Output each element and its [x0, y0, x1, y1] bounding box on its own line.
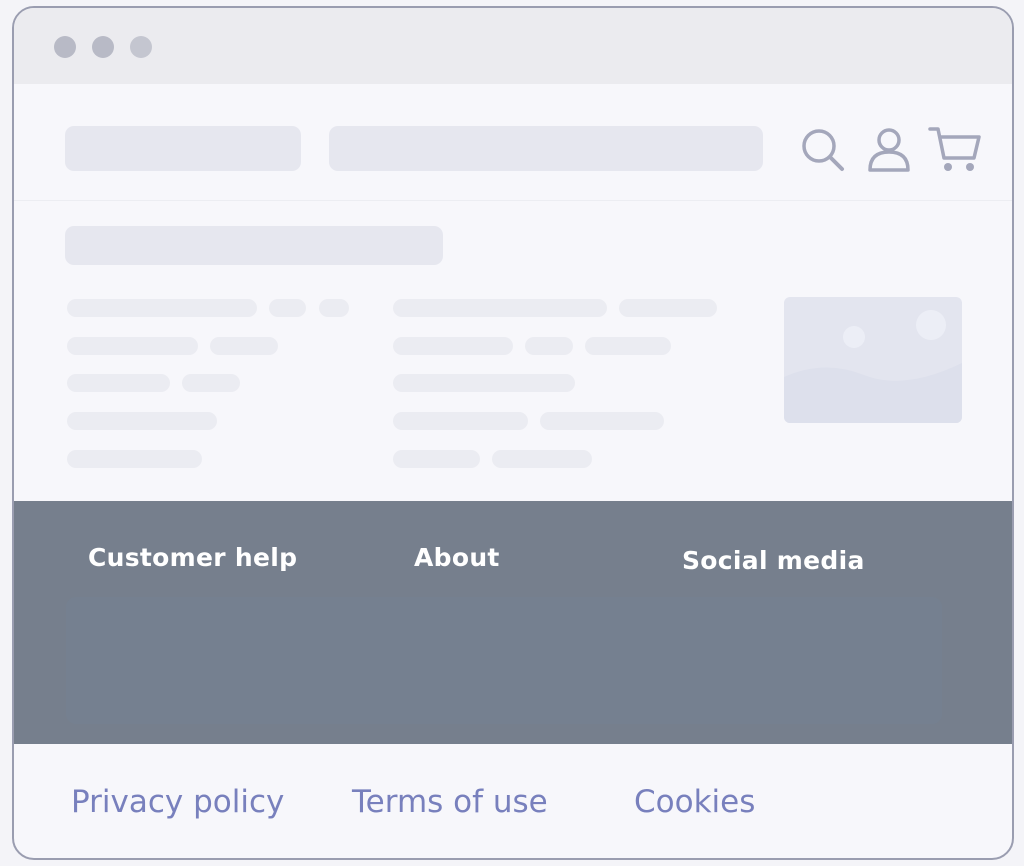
text-placeholder — [619, 299, 717, 317]
text-placeholder — [393, 337, 513, 355]
window-dot-maximize[interactable] — [130, 36, 152, 58]
text-placeholder — [67, 374, 170, 392]
search-icon[interactable] — [799, 126, 847, 174]
text-placeholder — [393, 450, 480, 468]
user-icon[interactable] — [867, 126, 911, 174]
window-dot-close[interactable] — [54, 36, 76, 58]
search-bar-placeholder[interactable] — [329, 126, 763, 171]
text-placeholder — [67, 299, 257, 317]
text-placeholder — [67, 412, 217, 430]
text-placeholder — [269, 299, 306, 317]
footer-heading-customer-help[interactable]: Customer help — [88, 543, 297, 572]
footer-heading-about[interactable]: About — [414, 543, 500, 572]
text-placeholder — [67, 337, 198, 355]
image-icon — [784, 310, 962, 423]
text-placeholder — [182, 374, 240, 392]
title-bar — [14, 8, 1012, 84]
text-placeholder — [67, 450, 202, 468]
cart-icon[interactable] — [928, 124, 982, 174]
logo-placeholder[interactable] — [65, 126, 301, 171]
text-placeholder — [393, 374, 575, 392]
text-placeholder — [525, 337, 573, 355]
text-placeholder — [492, 450, 592, 468]
image-placeholder — [784, 297, 962, 423]
terms-of-use-link[interactable]: Terms of use — [352, 784, 548, 820]
cookies-link[interactable]: Cookies — [634, 784, 755, 820]
page-title-placeholder — [65, 226, 443, 265]
text-placeholder — [319, 299, 349, 317]
browser-window: Customer help About Social media Privacy… — [12, 6, 1014, 860]
text-placeholder — [585, 337, 671, 355]
footer-heading-social-media[interactable]: Social media — [682, 546, 865, 575]
text-placeholder — [393, 412, 528, 430]
header-divider — [14, 200, 1012, 201]
footer-content-area — [66, 597, 942, 724]
privacy-policy-link[interactable]: Privacy policy — [71, 784, 284, 820]
text-placeholder — [210, 337, 278, 355]
site-footer: Customer help About Social media — [14, 501, 1012, 744]
window-dot-minimize[interactable] — [92, 36, 114, 58]
text-placeholder — [393, 299, 607, 317]
text-placeholder — [540, 412, 664, 430]
